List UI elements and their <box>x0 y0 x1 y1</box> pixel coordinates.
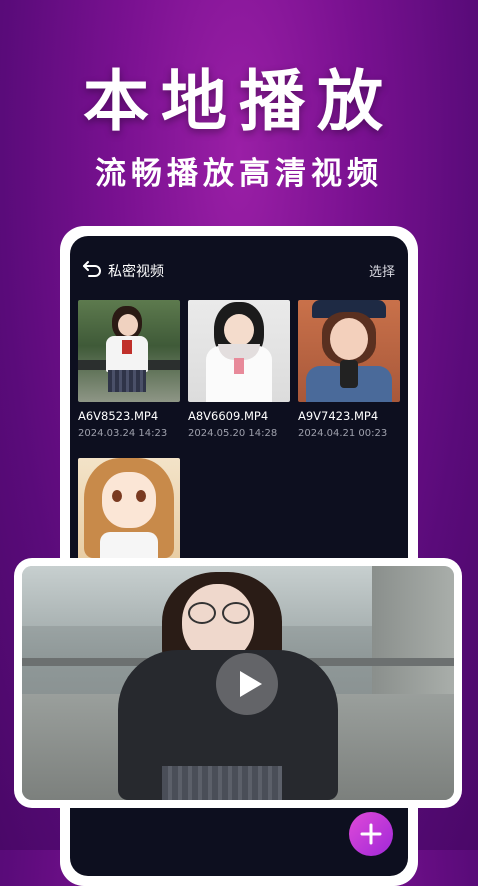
page-title: 私密视频 <box>108 264 164 280</box>
video-thumbnail[interactable] <box>188 300 290 402</box>
play-button[interactable] <box>216 653 278 715</box>
banner-title: 本地播放 <box>83 63 395 140</box>
video-date: 2024.05.20 14:28 <box>188 428 278 439</box>
select-button[interactable]: 选择 <box>369 261 395 280</box>
video-item[interactable] <box>78 458 180 560</box>
play-icon <box>240 671 262 697</box>
video-filename: A6V8523.MP4 <box>78 409 159 423</box>
video-date: 2024.04.21 00:23 <box>298 428 388 439</box>
add-button[interactable] <box>349 812 393 856</box>
video-date: 2024.03.24 14:23 <box>78 428 168 439</box>
video-thumbnail[interactable] <box>298 300 400 402</box>
plus-icon <box>360 823 382 845</box>
video-item[interactable]: A6V8523.MP4 2024.03.24 14:23 <box>78 300 180 439</box>
video-item[interactable]: A9V7423.MP4 2024.04.21 00:23 <box>298 300 400 439</box>
video-filename: A8V6609.MP4 <box>188 409 269 423</box>
top-bar: 私密视频 选择 <box>70 258 408 282</box>
banner-subtitle: 流畅播放高清视频 <box>95 156 383 192</box>
video-filename: A9V7423.MP4 <box>298 409 379 423</box>
video-thumbnail[interactable] <box>78 458 180 560</box>
video-thumbnail[interactable] <box>78 300 180 402</box>
video-item[interactable]: A8V6609.MP4 2024.05.20 14:28 <box>188 300 290 439</box>
video-frame[interactable] <box>22 566 454 800</box>
back-arrow-icon[interactable] <box>82 260 102 278</box>
video-player-card <box>14 558 462 808</box>
